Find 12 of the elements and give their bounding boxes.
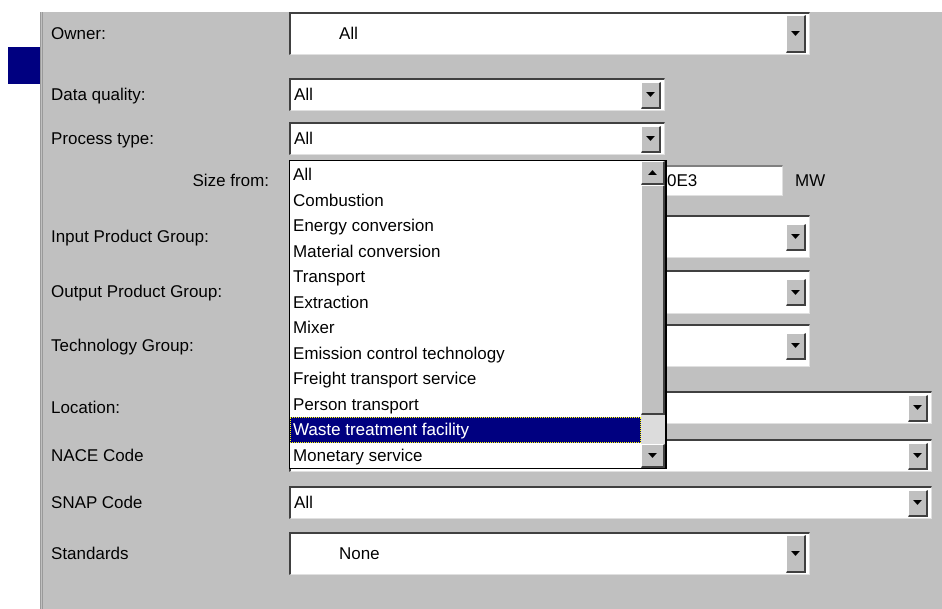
field-label: Data quality:: [51, 84, 146, 106]
field-label: Standards: [51, 542, 128, 565]
field-label: Process type:: [51, 128, 154, 150]
unit-label: MW: [795, 170, 826, 192]
field-label: Technology Group:: [51, 334, 194, 357]
field-label: Input Product Group:: [51, 226, 209, 248]
field-label: NACE Code: [51, 444, 144, 467]
field-label: Output Product Group:: [51, 281, 222, 304]
field-label: SNAP Code: [51, 492, 142, 514]
field-label: Size from:: [192, 170, 269, 192]
field-label: Location:: [51, 396, 120, 419]
field-label: Owner:: [51, 22, 106, 45]
